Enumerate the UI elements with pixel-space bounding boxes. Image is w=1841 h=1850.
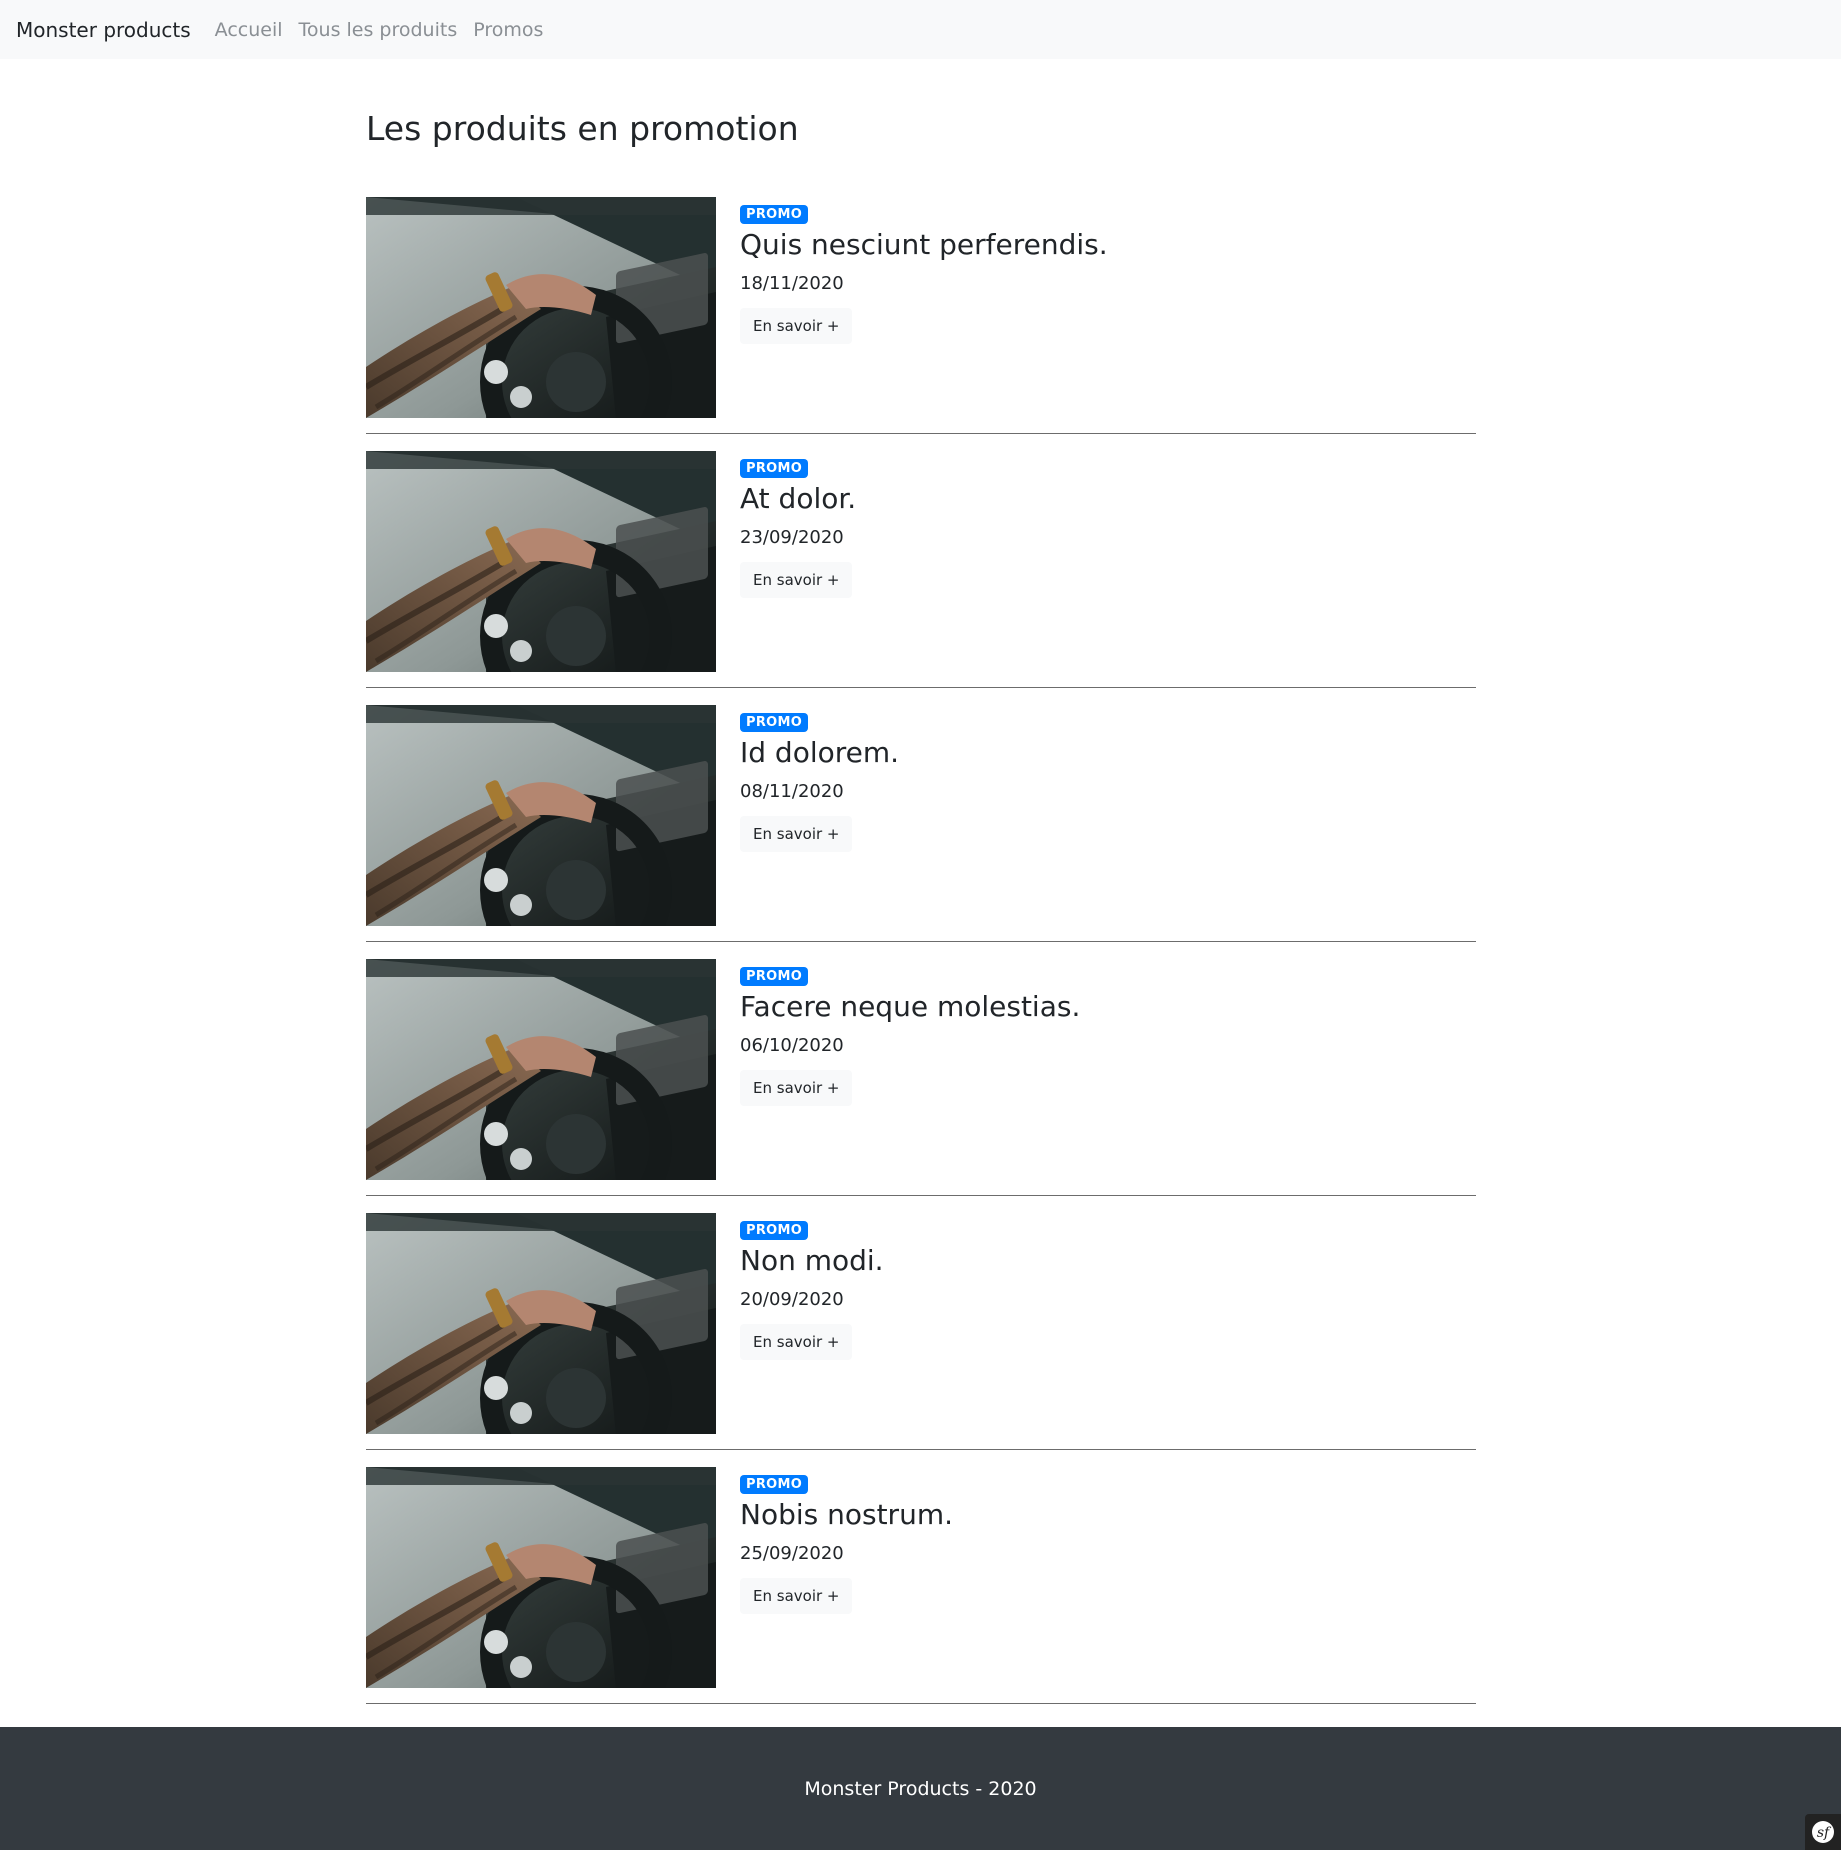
main-content: Les produits en promotion PROMO Quis nes… bbox=[366, 59, 1476, 1721]
divider bbox=[366, 1195, 1476, 1196]
page-title: Les produits en promotion bbox=[366, 109, 799, 148]
nav-link-promos[interactable]: Promos bbox=[473, 19, 543, 41]
product-item: PROMO Non modi. 20/09/2020 En savoir + bbox=[366, 1213, 1476, 1467]
product-info: PROMO Quis nesciunt perferendis. 18/11/2… bbox=[740, 203, 1108, 344]
product-item: PROMO Facere neque molestias. 06/10/2020… bbox=[366, 959, 1476, 1213]
divider bbox=[366, 1703, 1476, 1704]
product-date: 06/10/2020 bbox=[740, 1034, 844, 1056]
promo-badge: PROMO bbox=[740, 205, 809, 224]
divider bbox=[366, 433, 1476, 434]
learn-more-button[interactable]: En savoir + bbox=[740, 561, 853, 598]
product-item: PROMO Id dolorem. 08/11/2020 En savoir + bbox=[366, 705, 1476, 959]
product-item: PROMO Nobis nostrum. 25/09/2020 En savoi… bbox=[366, 1467, 1476, 1721]
product-title: Id dolorem. bbox=[740, 736, 900, 769]
product-title: Facere neque molestias. bbox=[740, 990, 1081, 1023]
product-title: Quis nesciunt perferendis. bbox=[740, 228, 1108, 261]
product-title: At dolor. bbox=[740, 482, 857, 515]
product-list: PROMO Quis nesciunt perferendis. 18/11/2… bbox=[366, 197, 1476, 1721]
product-info: PROMO Nobis nostrum. 25/09/2020 En savoi… bbox=[740, 1473, 953, 1614]
promo-badge: PROMO bbox=[740, 459, 809, 478]
product-item: PROMO Quis nesciunt perferendis. 18/11/2… bbox=[366, 197, 1476, 451]
product-info: PROMO Id dolorem. 08/11/2020 En savoir + bbox=[740, 711, 899, 852]
promo-badge: PROMO bbox=[740, 1221, 809, 1240]
product-image bbox=[366, 451, 716, 672]
learn-more-button[interactable]: En savoir + bbox=[740, 1069, 853, 1106]
product-image bbox=[366, 1213, 716, 1434]
product-image bbox=[366, 705, 716, 926]
product-date: 18/11/2020 bbox=[740, 272, 844, 294]
product-date: 08/11/2020 bbox=[740, 780, 844, 802]
learn-more-button[interactable]: En savoir + bbox=[740, 815, 853, 852]
product-date: 23/09/2020 bbox=[740, 526, 844, 548]
learn-more-button[interactable]: En savoir + bbox=[740, 1323, 853, 1360]
footer-text: Monster Products - 2020 bbox=[804, 1777, 1037, 1800]
symfony-logo-icon[interactable]: sf bbox=[1805, 1814, 1841, 1850]
divider bbox=[366, 1449, 1476, 1450]
promo-badge: PROMO bbox=[740, 1475, 809, 1494]
promo-badge: PROMO bbox=[740, 713, 809, 732]
product-date: 20/09/2020 bbox=[740, 1288, 844, 1310]
learn-more-button[interactable]: En savoir + bbox=[740, 307, 853, 344]
nav-link-accueil[interactable]: Accueil bbox=[215, 19, 283, 41]
product-date: 25/09/2020 bbox=[740, 1542, 844, 1564]
nav-link-tous-les-produits[interactable]: Tous les produits bbox=[299, 19, 458, 41]
product-info: PROMO Non modi. 20/09/2020 En savoir + bbox=[740, 1219, 884, 1360]
product-image bbox=[366, 197, 716, 418]
product-image bbox=[366, 959, 716, 1180]
navbar: Monster products Accueil Tous les produi… bbox=[0, 0, 1841, 59]
product-info: PROMO At dolor. 23/09/2020 En savoir + bbox=[740, 457, 856, 598]
learn-more-button[interactable]: En savoir + bbox=[740, 1577, 853, 1614]
footer: Monster Products - 2020 bbox=[0, 1727, 1841, 1850]
product-item: PROMO At dolor. 23/09/2020 En savoir + bbox=[366, 451, 1476, 705]
divider bbox=[366, 941, 1476, 942]
product-image bbox=[366, 1467, 716, 1688]
product-title: Nobis nostrum. bbox=[740, 1498, 953, 1531]
product-title: Non modi. bbox=[740, 1244, 884, 1277]
product-info: PROMO Facere neque molestias. 06/10/2020… bbox=[740, 965, 1080, 1106]
promo-badge: PROMO bbox=[740, 967, 809, 986]
divider bbox=[366, 687, 1476, 688]
navbar-brand[interactable]: Monster products bbox=[16, 18, 191, 42]
